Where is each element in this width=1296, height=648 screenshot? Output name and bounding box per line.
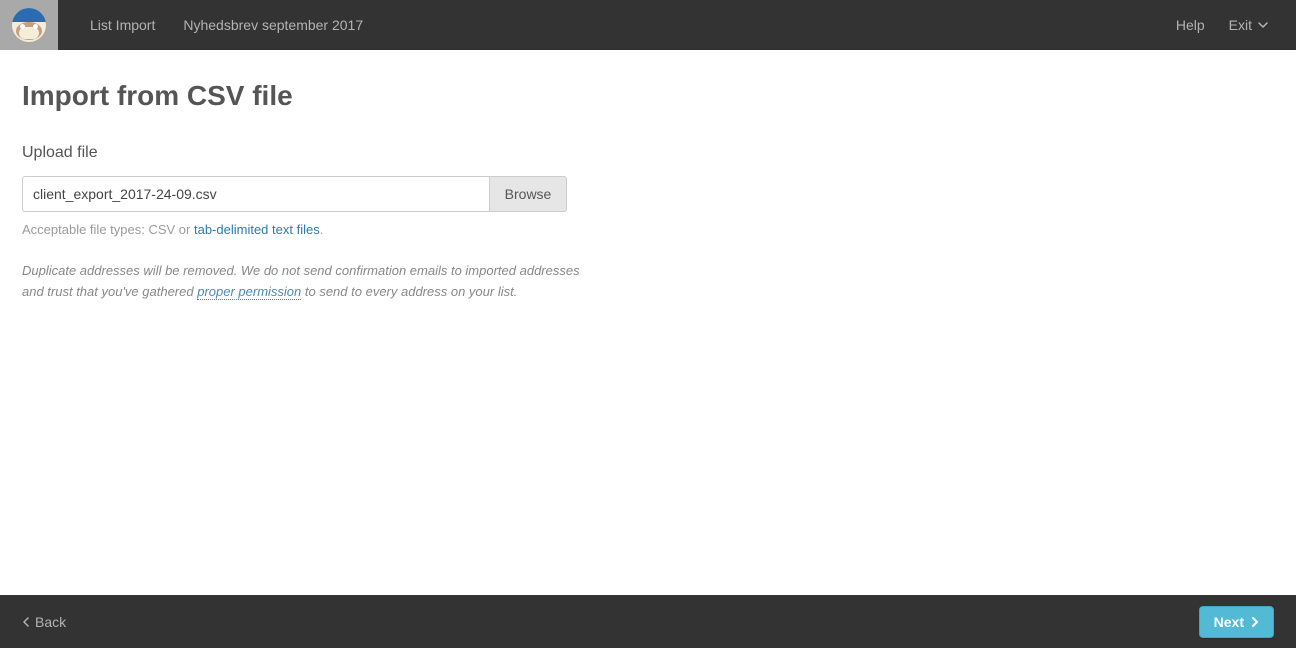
- mailchimp-logo-icon: [12, 8, 46, 42]
- next-button[interactable]: Next: [1199, 606, 1274, 638]
- exit-label: Exit: [1229, 17, 1252, 33]
- exit-button[interactable]: Exit: [1229, 17, 1268, 33]
- chevron-right-icon: [1252, 614, 1259, 630]
- disclaimer-text: Duplicate addresses will be removed. We …: [22, 261, 582, 303]
- proper-permission-link[interactable]: proper permission: [197, 284, 301, 300]
- disclaimer-part2: to send to every address on your list.: [301, 284, 517, 299]
- footer-bar: Back Next: [0, 595, 1296, 648]
- hint-prefix: Acceptable file types: CSV or: [22, 222, 194, 237]
- main-content: Import from CSV file Upload file Browse …: [0, 50, 1296, 303]
- help-link[interactable]: Help: [1176, 17, 1205, 33]
- topbar: List Import Nyhedsbrev september 2017 He…: [0, 0, 1296, 50]
- file-type-hint: Acceptable file types: CSV or tab-delimi…: [22, 222, 1274, 237]
- next-label: Next: [1214, 614, 1244, 630]
- chevron-left-icon: [22, 614, 29, 630]
- file-name-input[interactable]: [22, 176, 489, 212]
- back-button[interactable]: Back: [22, 614, 66, 630]
- breadcrumb-step: List Import: [90, 17, 155, 33]
- back-label: Back: [35, 614, 66, 630]
- page-title: Import from CSV file: [22, 80, 1274, 112]
- upload-label: Upload file: [22, 144, 1274, 162]
- browse-button[interactable]: Browse: [489, 176, 567, 212]
- file-upload-row: Browse: [22, 176, 567, 212]
- app-logo[interactable]: [0, 0, 58, 50]
- tab-delimited-link[interactable]: tab-delimited text files: [194, 222, 320, 237]
- chevron-down-icon: [1258, 22, 1268, 28]
- hint-suffix: .: [320, 222, 324, 237]
- breadcrumb-list-name: Nyhedsbrev september 2017: [183, 17, 363, 33]
